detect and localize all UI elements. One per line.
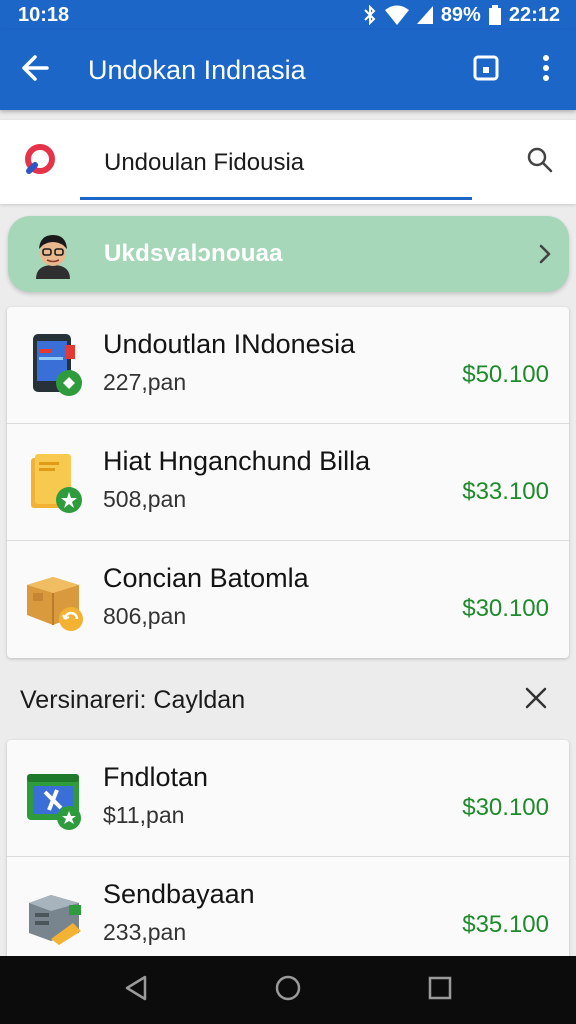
- promo-label: Ukdsvalɔnouaa: [104, 240, 283, 267]
- item-price: $50.100: [462, 361, 549, 388]
- section-header: Versinareri: Cayldan: [0, 672, 576, 728]
- app-window-icon: [21, 762, 93, 834]
- status-indicators: 89% 22:12: [363, 4, 560, 27]
- item-price: $30.100: [462, 595, 549, 622]
- item-price: $30.100: [462, 794, 549, 821]
- item-subtitle: 508,pan: [103, 486, 187, 512]
- search-input[interactable]: [80, 128, 472, 200]
- search-button[interactable]: [516, 138, 564, 186]
- status-time-right: 22:12: [508, 3, 560, 26]
- nav-back-icon: [123, 974, 149, 1007]
- list-item[interactable]: Fndlotan $11,pan $30.100: [7, 740, 569, 857]
- avatar: [32, 229, 74, 279]
- back-arrow-icon: [21, 54, 49, 87]
- more-vert-icon: [542, 54, 550, 86]
- back-button[interactable]: [0, 30, 70, 110]
- section-title: Versinareri: Cayldan: [20, 685, 246, 714]
- nav-home-button[interactable]: [258, 960, 318, 1020]
- wifi-icon: [384, 5, 409, 25]
- item-title: Fndlotan: [103, 762, 209, 792]
- bookmark-icon: [472, 54, 500, 87]
- list-item[interactable]: Undoutlan INdonesia 227,pan $50.100: [7, 307, 569, 424]
- item-price: $33.100: [462, 478, 549, 505]
- list-item[interactable]: Sendbayaan 233,pan $35.100: [7, 857, 569, 960]
- more-options-button[interactable]: [516, 30, 576, 110]
- product-list-secondary: Fndlotan $11,pan $30.100 Sendbayaan 233,…: [7, 740, 569, 960]
- promo-banner[interactable]: Ukdsvalɔnouaa: [8, 216, 569, 292]
- battery-icon: [488, 5, 501, 25]
- close-icon: [525, 687, 547, 714]
- navigation-bar: [0, 956, 576, 1024]
- logo-icon: [23, 143, 57, 182]
- item-title: Hiat Hnganchund Billa: [103, 446, 371, 476]
- device-icon: [21, 879, 93, 951]
- item-subtitle: $11,pan: [103, 802, 185, 828]
- list-item[interactable]: Hiat Hnganchund Billa 508,pan $33.100: [7, 424, 569, 541]
- bluetooth-icon: [363, 5, 377, 25]
- folder-icon: [21, 446, 93, 518]
- product-list: Undoutlan INdonesia 227,pan $50.100 Hiat…: [7, 307, 569, 658]
- list-item[interactable]: Concian Batomla 806,pan $30.100: [7, 541, 569, 658]
- phone-icon: [21, 329, 93, 401]
- item-title: Undoutlan INdonesia: [103, 329, 356, 359]
- nav-back-button[interactable]: [106, 960, 166, 1020]
- nav-recents-button[interactable]: [410, 960, 470, 1020]
- item-title: Concian Batomla: [103, 563, 309, 593]
- nav-recents-icon: [428, 976, 452, 1005]
- close-button[interactable]: [516, 680, 556, 720]
- nav-home-icon: [274, 974, 302, 1007]
- battery-percent: 89%: [440, 3, 481, 26]
- status-bar: 10:18 89% 22:12: [0, 0, 576, 30]
- status-time-left: 10:18: [18, 3, 70, 26]
- signal-icon: [416, 6, 433, 24]
- item-subtitle: 227,pan: [103, 369, 187, 395]
- app-logo: [0, 120, 80, 204]
- package-icon: [21, 563, 93, 635]
- item-price: $35.100: [462, 911, 549, 938]
- search-bar: [0, 120, 576, 204]
- page-title: Undokan Indnasia: [88, 54, 306, 85]
- chevron-right-icon: [521, 243, 569, 265]
- item-subtitle: 233,pan: [103, 919, 187, 945]
- item-subtitle: 806,pan: [103, 603, 187, 629]
- search-icon: [527, 147, 553, 178]
- item-title: Sendbayaan: [103, 879, 255, 909]
- app-bar: Undokan Indnasia: [0, 30, 576, 110]
- bookmark-button[interactable]: [456, 30, 516, 110]
